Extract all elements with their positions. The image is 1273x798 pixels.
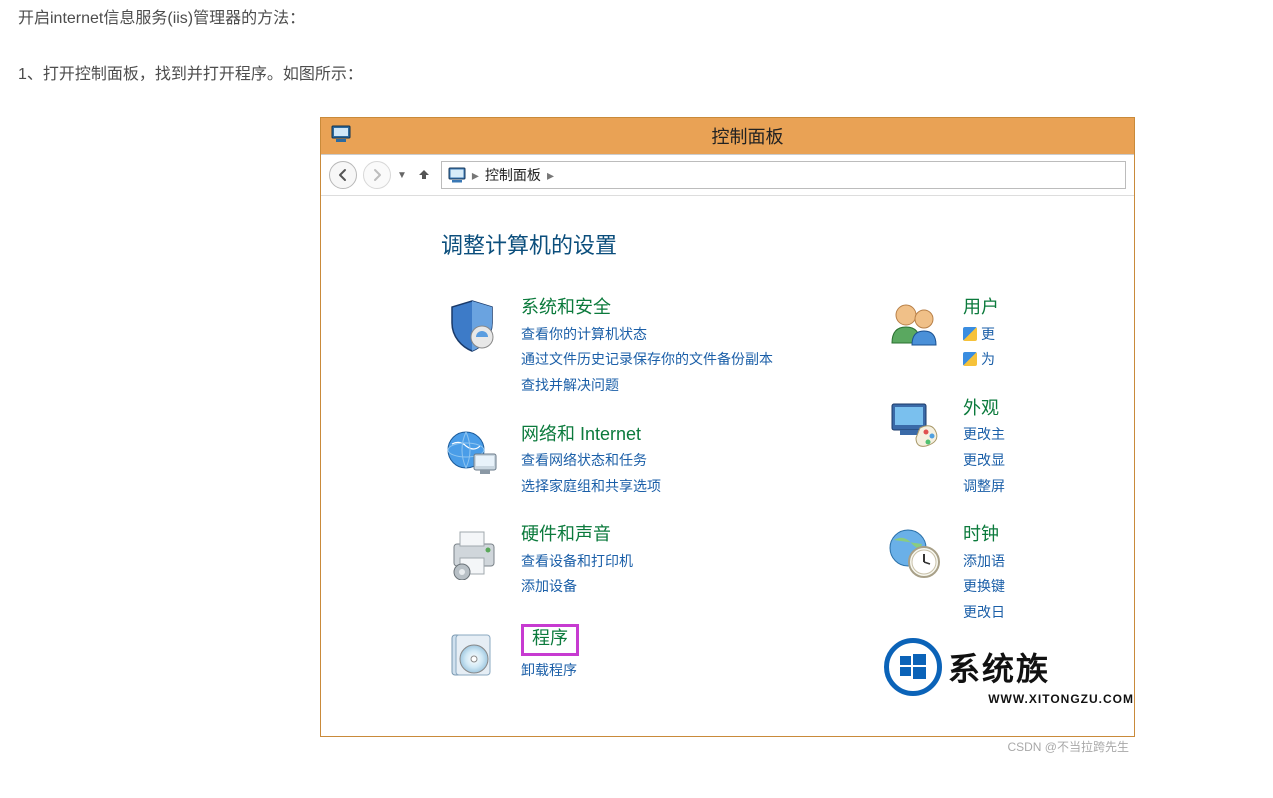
watermark-badge-icon <box>884 638 942 696</box>
screenshot-container: 控制面板 ▼ ▸ 控制面板 ▸ 调整计算机的 <box>320 117 1135 757</box>
category-title[interactable]: 系统和安全 <box>521 296 773 319</box>
category-sublink[interactable]: 查看网络状态和任务 <box>521 450 661 472</box>
arrow-left-icon <box>336 168 350 182</box>
category-title[interactable]: 程序 <box>521 624 579 655</box>
watermark-brand: 系统族 <box>948 644 1050 690</box>
control-panel-window: 控制面板 ▼ ▸ 控制面板 ▸ 调整计算机的 <box>320 117 1135 737</box>
globe-icon <box>441 423 503 481</box>
navigation-bar: ▼ ▸ 控制面板 ▸ <box>321 154 1134 196</box>
system-icon <box>331 125 351 148</box>
category-title[interactable]: 网络和 Internet <box>521 423 661 446</box>
control-panel-icon <box>448 167 466 183</box>
forward-button[interactable] <box>363 161 391 189</box>
content-heading: 调整计算机的设置 <box>441 228 1134 260</box>
category-clock: 时钟添加语更换键更改日 <box>883 523 1005 623</box>
article-step1: 1、打开控制面板，找到并打开程序。如图所示： <box>18 62 1273 88</box>
category-sublink[interactable]: 调整屏 <box>963 476 1005 498</box>
category-shield: 系统和安全查看你的计算机状态通过文件历史记录保存你的文件备份副本查找并解决问题 <box>441 296 773 396</box>
clock-icon <box>883 523 945 581</box>
history-dropdown-icon[interactable]: ▼ <box>397 170 407 181</box>
arrow-up-icon <box>417 167 431 181</box>
category-sublink[interactable]: 更改显 <box>963 450 1005 472</box>
category-sublink[interactable]: 查看设备和打印机 <box>521 551 633 573</box>
control-panel-content: 调整计算机的设置 系统和安全查看你的计算机状态通过文件历史记录保存你的文件备份副… <box>321 196 1134 736</box>
category-sublink[interactable]: 卸载程序 <box>521 660 579 682</box>
category-globe: 网络和 Internet 查看网络状态和任务选择家庭组和共享选项 <box>441 423 773 498</box>
back-button[interactable] <box>329 161 357 189</box>
category-sublink[interactable]: 更改主 <box>963 424 1005 446</box>
palette-icon <box>883 397 945 455</box>
category-sublink[interactable]: 添加语 <box>963 551 1005 573</box>
users-icon <box>883 296 945 354</box>
category-palette: 外观更改主更改显调整屏 <box>883 397 1005 497</box>
category-disc: 程序卸载程序 <box>441 624 773 682</box>
category-sublink[interactable]: 查找并解决问题 <box>521 375 773 397</box>
printer-icon <box>441 523 503 581</box>
address-bar[interactable]: ▸ 控制面板 ▸ <box>441 161 1126 189</box>
window-title: 控制面板 <box>361 123 1134 149</box>
category-sublink[interactable]: 查看你的计算机状态 <box>521 324 773 346</box>
up-button[interactable] <box>413 167 435 184</box>
breadcrumb-separator: ▸ <box>547 167 554 184</box>
category-sublink[interactable]: 选择家庭组和共享选项 <box>521 476 661 498</box>
category-sublink[interactable]: 更 <box>963 324 999 346</box>
csdn-watermark: CSDN @不当拉跨先生 <box>1007 738 1129 755</box>
arrow-right-icon <box>370 168 384 182</box>
category-printer: 硬件和声音查看设备和打印机添加设备 <box>441 523 773 598</box>
window-titlebar: 控制面板 <box>321 118 1134 154</box>
category-sublink[interactable]: 更换键 <box>963 576 1005 598</box>
category-title[interactable]: 时钟 <box>963 523 1005 546</box>
category-users: 用户更为 <box>883 296 1005 371</box>
shield-icon <box>441 296 503 354</box>
category-sublink[interactable]: 添加设备 <box>521 576 633 598</box>
category-title[interactable]: 外观 <box>963 397 1005 420</box>
breadcrumb-separator: ▸ <box>472 167 479 184</box>
disc-icon <box>441 624 503 682</box>
breadcrumb-root[interactable]: 控制面板 <box>485 165 541 185</box>
category-sublink[interactable]: 通过文件历史记录保存你的文件备份副本 <box>521 349 773 371</box>
category-title[interactable]: 硬件和声音 <box>521 523 633 546</box>
article-intro: 开启internet信息服务(iis)管理器的方法： <box>18 6 1273 32</box>
category-title[interactable]: 用户 <box>963 296 999 319</box>
watermark-logo: 系统族 WWW.XITONGZU.COM <box>884 638 1134 706</box>
category-sublink[interactable]: 更改日 <box>963 602 1005 624</box>
category-sublink[interactable]: 为 <box>963 349 999 371</box>
